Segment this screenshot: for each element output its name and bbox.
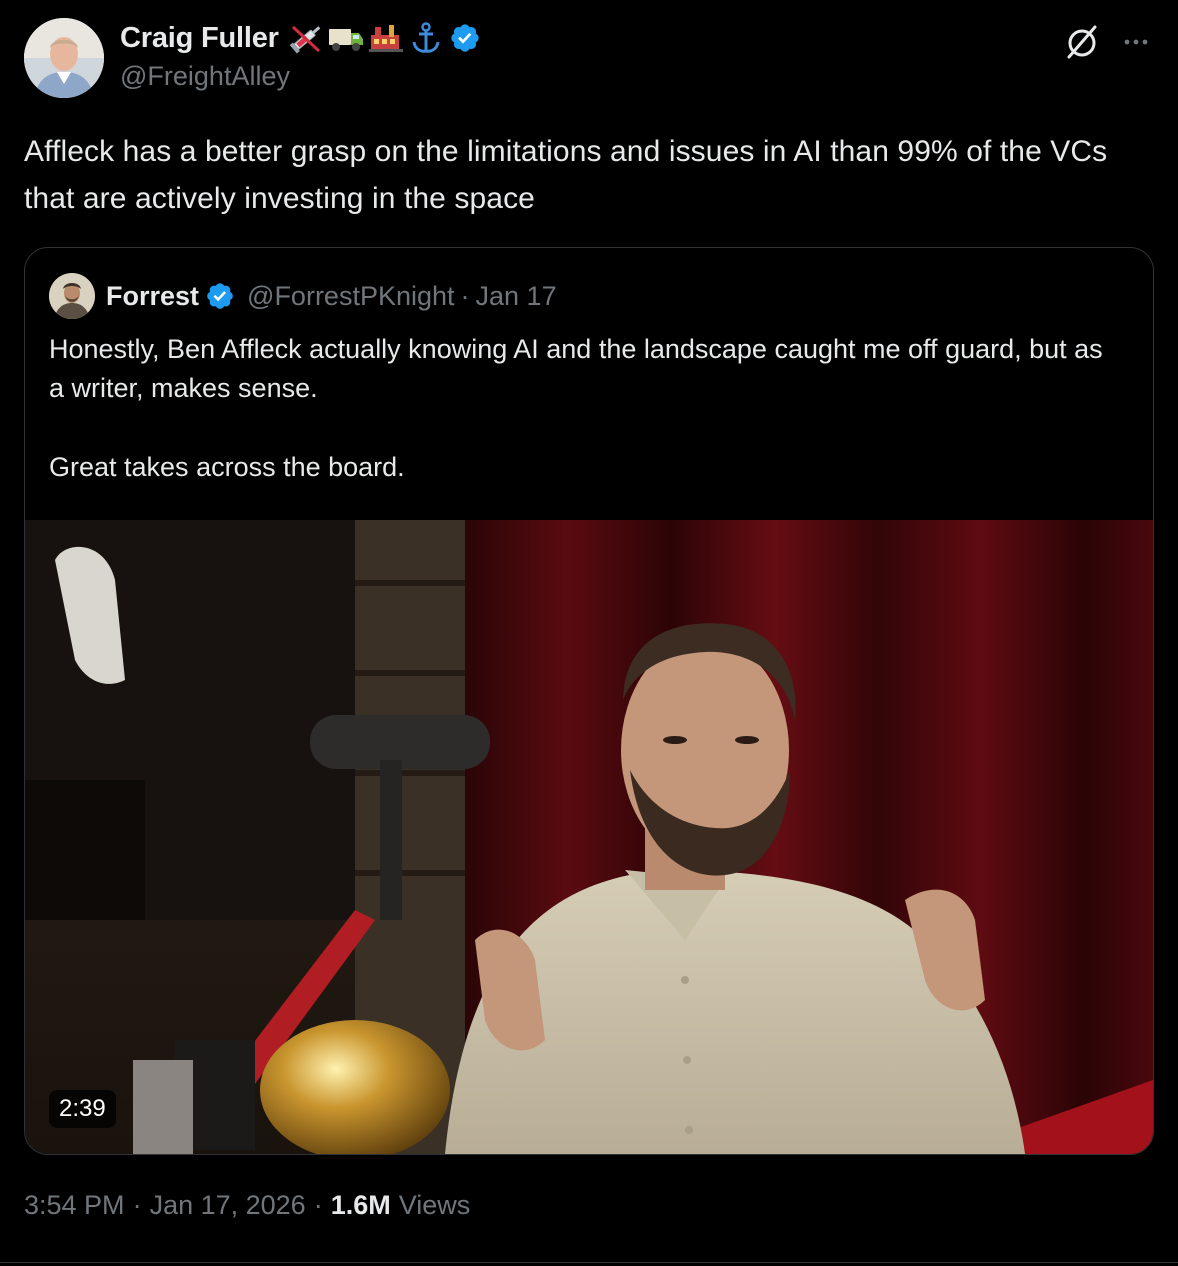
video-player[interactable]: 2:39: [25, 520, 1153, 1154]
grok-icon[interactable]: [1062, 22, 1102, 62]
views-count[interactable]: 1.6M: [331, 1190, 391, 1221]
tweet-text: Affleck has a better grasp on the limita…: [24, 135, 1108, 215]
divider: [0, 1262, 1178, 1263]
train-factory-icon: [368, 25, 403, 52]
meta-separator-1: ·: [132, 1190, 142, 1220]
tweet-page: Craig Fuller @FreightAlley Affleck has a…: [0, 0, 1178, 1266]
verified-badge-icon[interactable]: [449, 22, 481, 54]
quoted-author-avatar[interactable]: [49, 273, 95, 319]
tweet-metadata: 3:54 PM · Jan 17, 2026 · 1.6M Views: [24, 1190, 470, 1221]
syringe-icon: [289, 25, 321, 54]
quoted-paragraph-2: Great takes across the board.: [49, 452, 405, 482]
quoted-verified-badge-icon: [207, 283, 233, 309]
more-options-icon[interactable]: [1118, 24, 1154, 60]
author-display-name[interactable]: Craig Fuller: [120, 22, 279, 55]
video-thumbnail: [25, 520, 1153, 1154]
anchor-icon: [412, 22, 440, 53]
tweet-time[interactable]: 3:54 PM: [24, 1190, 125, 1221]
quoted-paragraph-1: Honestly, Ben Affleck actually knowing A…: [49, 334, 1103, 403]
quoted-separator: ·: [460, 280, 470, 311]
author-emoji-row: [287, 21, 445, 55]
quoted-author-handle[interactable]: @ForrestPKnight: [247, 281, 454, 312]
quoted-author-name[interactable]: Forrest: [106, 281, 199, 312]
author-avatar[interactable]: [24, 18, 104, 98]
author-handle[interactable]: @FreightAlley: [120, 61, 481, 92]
author-block: Craig Fuller @FreightAlley: [120, 18, 481, 98]
quoted-tweet-header: Forrest @ForrestPKnight · Jan 17: [49, 272, 557, 320]
author-name-row: Craig Fuller: [120, 18, 481, 58]
quoted-date[interactable]: Jan 17: [476, 281, 557, 312]
meta-separator-2: ·: [313, 1190, 323, 1220]
tweet-date[interactable]: Jan 17, 2026: [150, 1190, 306, 1221]
video-duration-badge: 2:39: [49, 1090, 116, 1128]
views-label[interactable]: Views: [399, 1190, 471, 1221]
quoted-tweet-card[interactable]: Forrest @ForrestPKnight · Jan 17 Honestl…: [24, 247, 1154, 1155]
delivery-truck-icon: [328, 29, 363, 51]
quoted-tweet-text: Honestly, Ben Affleck actually knowing A…: [49, 330, 1119, 527]
